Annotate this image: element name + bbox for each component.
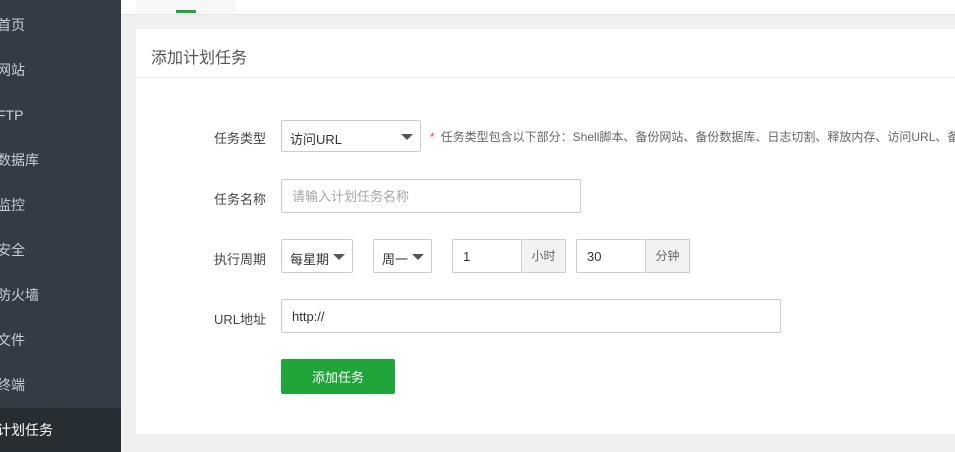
task-type-label: 任务类型 xyxy=(213,131,266,146)
sidebar-item-firewall[interactable]: 防火墙 xyxy=(0,273,121,317)
minute-input[interactable] xyxy=(576,239,646,273)
sidebar-item-ftp[interactable]: FTP xyxy=(0,93,121,137)
sidebar-item-database[interactable]: 数据库 xyxy=(0,138,121,182)
panel-title: 添加计划任务 xyxy=(151,50,248,67)
minute-unit: 分钟 xyxy=(646,239,690,273)
sidebar-item-cron[interactable]: 计划任务 xyxy=(0,408,121,452)
top-tab-strip xyxy=(121,0,955,15)
sidebar-item-security[interactable]: 安全 xyxy=(0,228,121,272)
sidebar-item-monitor[interactable]: 监控 xyxy=(0,183,121,227)
active-tab-indicator xyxy=(176,10,196,13)
task-name-label: 任务名称 xyxy=(213,192,266,207)
sidebar-item-home[interactable]: 首页 xyxy=(0,3,121,47)
period-label: 执行周期 xyxy=(213,252,266,267)
task-type-select[interactable]: 访问URL xyxy=(281,120,421,152)
sidebar: 首页 网站 FTP 数据库 监控 安全 防火墙 文件 终端 计划任务 xyxy=(0,0,121,452)
weekday-value: 周一 xyxy=(382,252,409,267)
sidebar-item-files[interactable]: 文件 xyxy=(0,318,121,362)
required-star: * xyxy=(430,130,435,144)
top-tab[interactable] xyxy=(136,0,236,13)
url-input[interactable] xyxy=(281,299,781,333)
cycle-select[interactable]: 每星期 xyxy=(281,239,353,273)
url-label: URL地址 xyxy=(213,312,266,327)
chevron-down-icon xyxy=(401,134,413,140)
add-cron-panel: 添加计划任务 任务类型 访问URL * 任务类型包含以下部分：Shell脚本、备份… xyxy=(136,29,955,434)
cycle-value: 每星期 xyxy=(290,252,330,267)
task-name-input[interactable] xyxy=(281,179,581,213)
sidebar-item-website[interactable]: 网站 xyxy=(0,48,121,92)
add-task-button[interactable]: 添加任务 xyxy=(281,359,395,394)
task-type-hint: * 任务类型包含以下部分：Shell脚本、备份网站、备份数据库、日志切割、释放内存… xyxy=(430,128,955,145)
panel-header: 添加计划任务 xyxy=(136,29,955,78)
weekday-select[interactable]: 周一 xyxy=(373,239,432,273)
sidebar-item-terminal[interactable]: 终端 xyxy=(0,363,121,407)
task-type-hint-text: 任务类型包含以下部分：Shell脚本、备份网站、备份数据库、日志切割、释放内存、… xyxy=(440,130,955,144)
chevron-down-icon xyxy=(333,254,345,260)
hour-unit: 小时 xyxy=(522,239,566,273)
hour-input[interactable] xyxy=(452,239,522,273)
task-type-value: 访问URL xyxy=(290,132,343,147)
chevron-down-icon xyxy=(412,254,424,260)
